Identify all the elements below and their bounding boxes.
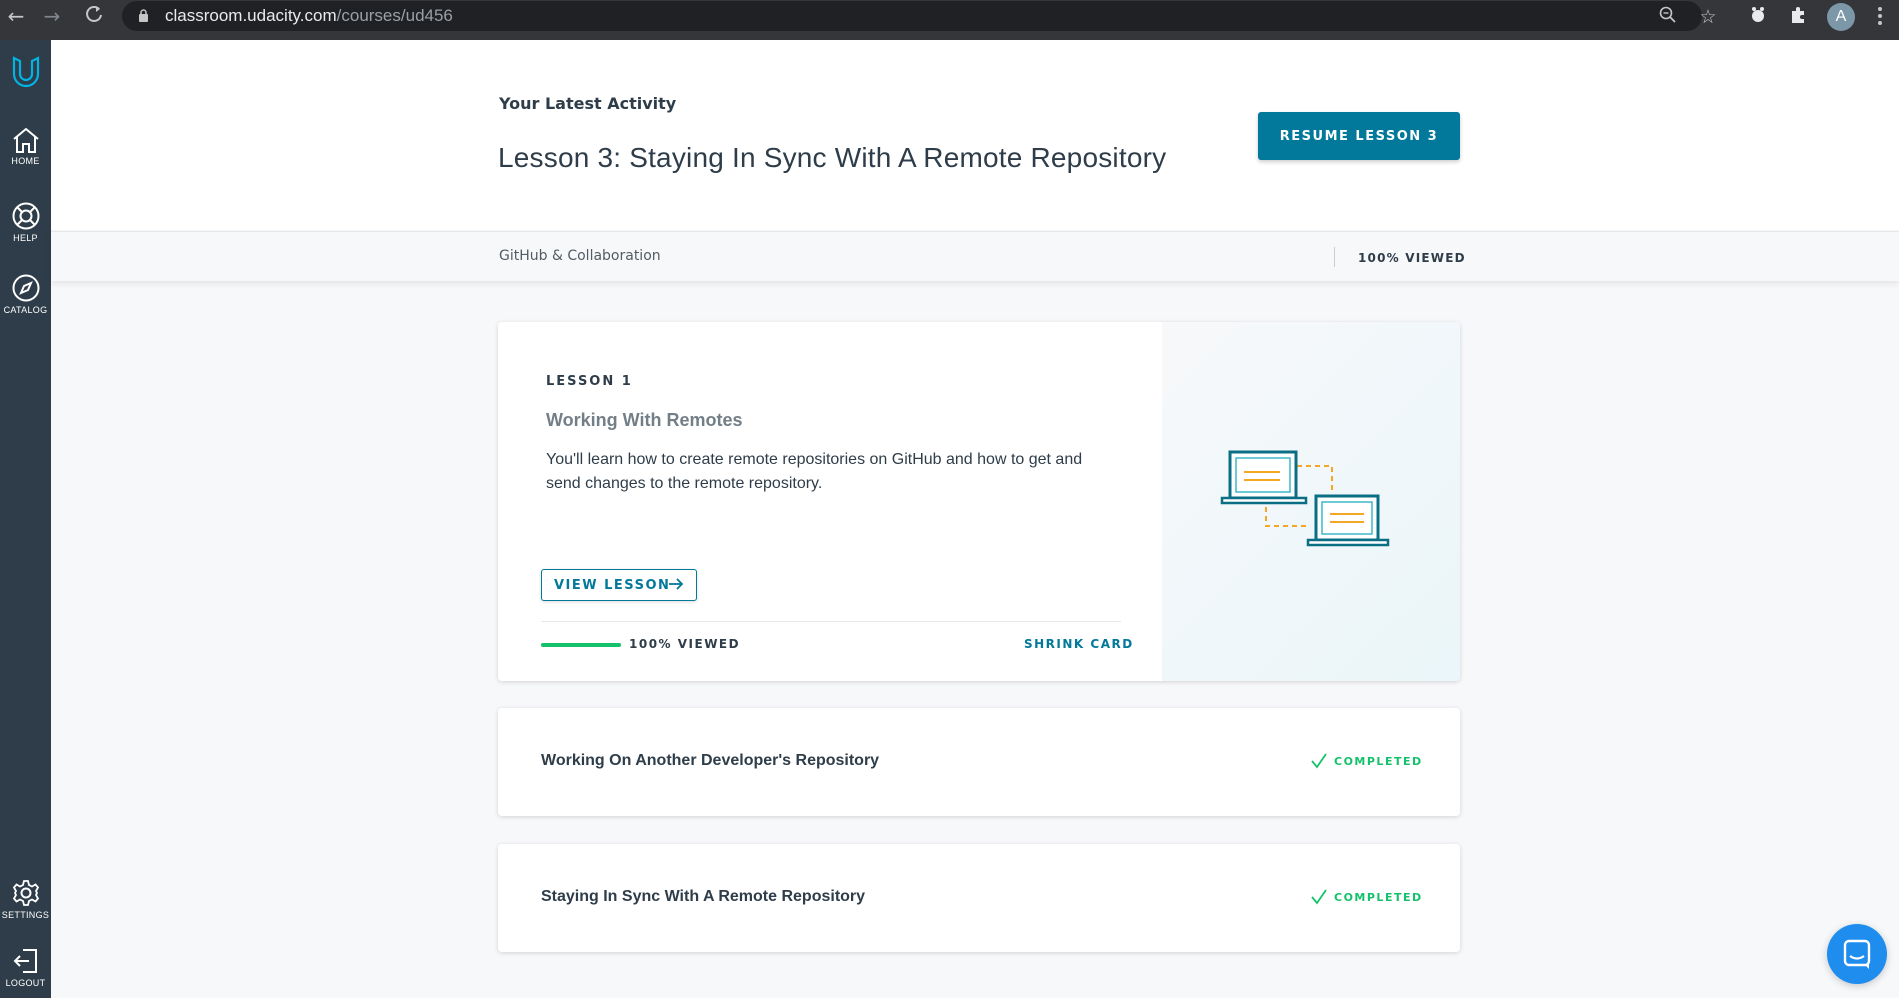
checkmark-icon: [1311, 753, 1327, 769]
chat-icon: [1843, 939, 1871, 969]
reload-icon[interactable]: [82, 4, 106, 28]
latest-activity-header: Your Latest Activity Lesson 3: Staying I…: [51, 40, 1899, 230]
lesson-illustration-panel: [1162, 322, 1460, 681]
bookmark-star-icon[interactable]: ☆: [1697, 6, 1719, 28]
sidebar-label: HELP: [13, 233, 38, 243]
lesson-progress-bar: [541, 643, 621, 647]
profile-avatar[interactable]: A: [1827, 3, 1855, 31]
puzzle-icon[interactable]: [1786, 5, 1810, 29]
course-progress-text: 100% VIEWED: [1358, 251, 1466, 265]
arrow-right-icon: [669, 578, 684, 590]
lesson-description: You'll learn how to create remote reposi…: [546, 451, 1083, 492]
lesson-title: Working On Another Developer's Repositor…: [541, 752, 880, 769]
sidebar-label: LOGOUT: [5, 978, 46, 988]
lesson-number: LESSON 1: [546, 374, 633, 389]
udacity-logo[interactable]: [0, 54, 51, 88]
help-icon: [12, 202, 39, 230]
compass-icon: [12, 274, 39, 302]
url-text: classroom.udacity.com/courses/ud456: [165, 6, 453, 25]
sidebar-item-logout[interactable]: LOGOUT: [0, 946, 51, 988]
status-label: COMPLETED: [1334, 755, 1423, 768]
shrink-card-link[interactable]: SHRINK CARD: [1024, 637, 1134, 651]
checkmark-icon: [1311, 889, 1327, 905]
more-menu-icon[interactable]: [1872, 4, 1888, 28]
forward-icon[interactable]: →: [40, 4, 64, 28]
course-bar: GitHub & Collaboration 100% VIEWED: [51, 231, 1899, 281]
browser-toolbar: ← → classroom.udacity.com/courses/ud456 …: [0, 0, 1899, 40]
sidebar-label: CATALOG: [3, 305, 48, 315]
zoom-icon[interactable]: [1657, 6, 1679, 28]
resume-lesson-button[interactable]: RESUME LESSON 3: [1258, 112, 1460, 160]
sidebar-item-catalog[interactable]: CATALOG: [0, 273, 51, 315]
logout-icon: [13, 949, 37, 973]
view-lesson-button[interactable]: VIEW LESSON: [541, 569, 697, 601]
divider: [1334, 247, 1335, 267]
view-lesson-label: VIEW LESSON: [554, 577, 671, 593]
latest-activity-label: Your Latest Activity: [499, 94, 677, 113]
lesson-title: Staying In Sync With A Remote Repository: [541, 888, 866, 905]
chat-launcher-button[interactable]: [1827, 924, 1887, 984]
lesson-progress-text: 100% VIEWED: [629, 637, 741, 651]
sidebar-item-settings[interactable]: SETTINGS: [0, 878, 51, 920]
back-icon[interactable]: ←: [4, 4, 28, 28]
laptops-illustration: [1220, 450, 1390, 547]
lesson-card[interactable]: Staying In Sync With A Remote Repository…: [498, 844, 1460, 952]
lesson-card-expanded: LESSON 1 Working With Remotes You'll lea…: [498, 322, 1460, 681]
sidebar-item-help[interactable]: HELP: [0, 201, 51, 243]
divider: [541, 621, 1121, 622]
home-icon: [12, 127, 39, 153]
sidebar-item-home[interactable]: HOME: [0, 126, 51, 166]
left-sidebar: HOME HELP CATALOG SETTINGS LOGOUT: [0, 40, 51, 998]
status-label: COMPLETED: [1334, 891, 1423, 904]
sidebar-label: SETTINGS: [1, 910, 50, 920]
lesson-card[interactable]: Working On Another Developer's Repositor…: [498, 708, 1460, 816]
sidebar-label: HOME: [11, 156, 40, 166]
page-title: Lesson 3: Staying In Sync With A Remote …: [498, 142, 1167, 173]
gear-icon: [12, 880, 39, 906]
address-bar[interactable]: classroom.udacity.com/courses/ud456 ☆: [122, 1, 1717, 31]
extension-icon[interactable]: [1746, 5, 1770, 29]
lesson-title: Working With Remotes: [546, 410, 743, 430]
course-name: GitHub & Collaboration: [499, 248, 661, 264]
lesson-progress-fill: [541, 643, 621, 647]
lock-icon: [139, 9, 148, 22]
